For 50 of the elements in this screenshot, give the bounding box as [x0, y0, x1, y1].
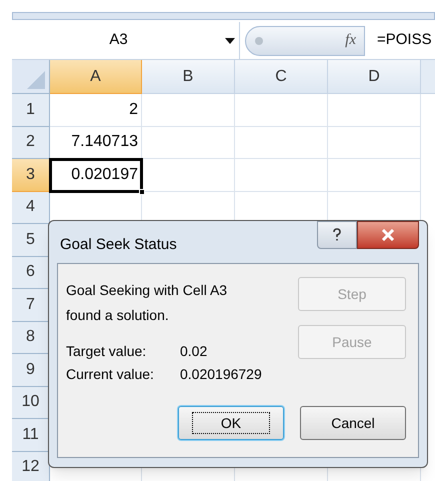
column-header[interactable] [421, 60, 435, 94]
table-cell[interactable] [142, 94, 235, 126]
table-cell[interactable]: 0.020197 [50, 159, 142, 192]
column-header[interactable]: C [235, 60, 328, 94]
field-label: Current value: [66, 365, 155, 384]
column-header[interactable]: A [50, 60, 142, 94]
triangle-icon [27, 71, 45, 89]
knob-icon [254, 36, 264, 46]
help-icon [332, 228, 342, 242]
table-cell[interactable] [142, 159, 235, 192]
row-header[interactable]: 5 [12, 224, 50, 256]
row-header[interactable]: 10 [12, 386, 50, 419]
field-label: Target value: [66, 342, 148, 361]
table-cell[interactable] [328, 159, 421, 192]
column-header[interactable]: D [328, 60, 421, 94]
select-all-corner[interactable] [12, 60, 50, 94]
close-button[interactable] [357, 221, 419, 249]
dialog-button[interactable]: OK [178, 406, 284, 440]
help-button[interactable] [317, 221, 357, 249]
row-header[interactable]: 8 [12, 322, 50, 354]
table-cell[interactable] [142, 126, 235, 159]
name-box[interactable]: A3 [12, 22, 240, 59]
column-header[interactable]: B [142, 60, 235, 94]
field-value: 0.020196729 [180, 365, 262, 384]
row-header[interactable]: 12 [12, 452, 50, 481]
table-cell[interactable] [328, 126, 421, 159]
table-cell[interactable] [235, 94, 328, 126]
row-header[interactable]: 2 [12, 126, 50, 159]
dialog-button[interactable]: Cancel [300, 406, 406, 440]
row-header[interactable]: 1 [12, 94, 50, 126]
dropdown-icon[interactable] [225, 38, 235, 44]
row-header[interactable]: 9 [12, 354, 50, 386]
status-message: Goal Seeking with Cell A3 found a solution. [66, 281, 228, 325]
row-header[interactable]: 6 [12, 256, 50, 289]
table-cell[interactable] [235, 126, 328, 159]
row-header[interactable]: 4 [12, 192, 50, 224]
table-cell[interactable] [328, 94, 421, 126]
table-cell[interactable] [235, 159, 328, 192]
name-box-text: A3 [108, 30, 129, 50]
dialog-title: Goal Seek Status [60, 235, 177, 255]
insert-function-button[interactable]: fx [345, 29, 356, 52]
field-value: 0.02 [180, 342, 208, 361]
table-cell[interactable]: 7.140713 [50, 126, 142, 159]
close-icon [381, 229, 395, 241]
table-cell[interactable]: 2 [50, 94, 142, 126]
fill-handle[interactable] [139, 188, 145, 194]
row-header[interactable]: 3 [12, 159, 50, 192]
formula-text[interactable]: =POISS [377, 29, 432, 52]
row-header[interactable]: 7 [12, 289, 50, 322]
row-header[interactable]: 11 [12, 419, 50, 452]
